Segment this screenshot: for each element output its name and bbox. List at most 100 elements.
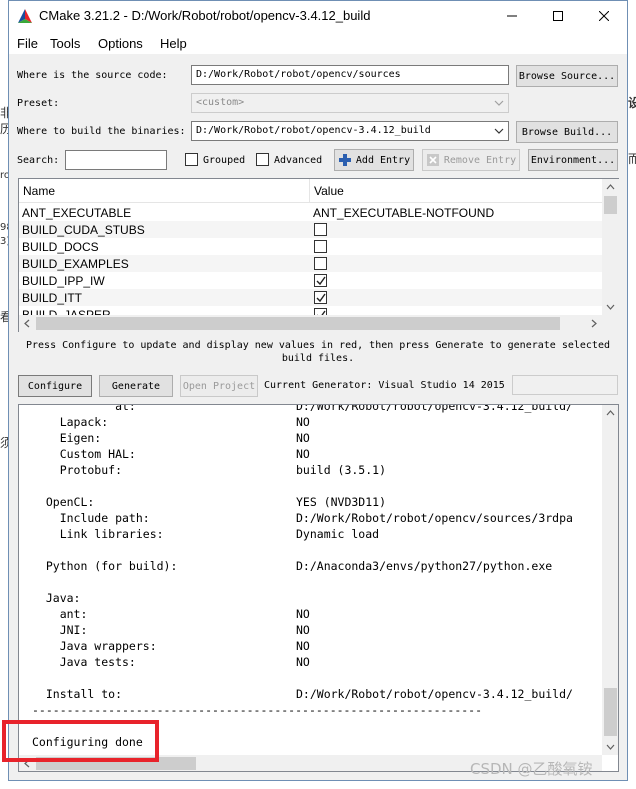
scroll-down-icon: [606, 744, 615, 750]
source-label: Where is the source code:: [17, 70, 168, 81]
highlight-annotation-box: [2, 720, 159, 762]
output-line-label: Java:: [32, 591, 81, 605]
output-line-label: JNI:: [32, 623, 88, 637]
table-horizontal-thumb[interactable]: [36, 317, 560, 330]
background-glyph-right-1: 设: [628, 96, 636, 110]
output-line-label: Java wrappers:: [32, 639, 157, 653]
table-cell-checkbox[interactable]: [314, 257, 327, 270]
advanced-checkbox[interactable]: [256, 153, 269, 166]
preset-select[interactable]: <custom>: [191, 93, 509, 113]
table-cell-name: ANT_EXECUTABLE: [22, 206, 132, 220]
output-line-value: build (3.5.1): [296, 463, 387, 477]
output-line-value: NO: [296, 655, 310, 669]
table-horizontal-scrollbar[interactable]: [19, 315, 602, 332]
progress-bar: [512, 375, 618, 395]
table-cell-value[interactable]: ANT_EXECUTABLE-NOTFOUND: [313, 206, 494, 220]
table-row[interactable]: BUILD_IPP_IW: [19, 272, 602, 289]
add-entry-button[interactable]: Add Entry: [334, 149, 414, 171]
binaries-label: Where to build the binaries:: [17, 126, 186, 137]
output-vertical-thumb[interactable]: [604, 688, 617, 736]
scroll-up-icon: [606, 184, 615, 190]
column-header-name[interactable]: Name: [23, 184, 55, 198]
add-entry-label: Add Entry: [355, 154, 411, 166]
output-line-value: NO: [296, 447, 310, 461]
table-row[interactable]: BUILD_EXAMPLES: [19, 255, 602, 272]
cache-table[interactable]: Name Value ANT_EXECUTABLE ANT_EXECUTABLE-…: [18, 178, 619, 332]
instruction-text: Press Configure to update and display ne…: [19, 339, 617, 365]
source-input[interactable]: D:/Work/Robot/robot/opencv/sources: [191, 65, 509, 85]
search-input[interactable]: [65, 150, 167, 170]
configure-button[interactable]: Configure: [18, 375, 92, 397]
preset-label: Preset:: [17, 98, 60, 109]
search-label: Search:: [17, 155, 60, 166]
background-glyph-right-2: 而: [628, 152, 636, 166]
output-line-label: Python (for build):: [32, 559, 178, 573]
maximize-icon: [553, 11, 563, 21]
preset-value: <custom>: [196, 97, 245, 108]
cmake-window: CMake 3.21.2 - D:/Work/Robot/robot/openc…: [8, 0, 628, 781]
table-cell-checkbox[interactable]: [314, 291, 327, 304]
output-line-label: OpenCL:: [32, 495, 95, 509]
output-line-label: Install to:: [32, 687, 123, 701]
output-line-value: NO: [296, 639, 310, 653]
output-line-value: NO: [296, 431, 310, 445]
output-line-label: Java tests:: [32, 655, 136, 669]
minimize-button[interactable]: [489, 1, 535, 31]
table-row[interactable]: BUILD_DOCS: [19, 238, 602, 255]
output-line-label: ----------------------------------------…: [32, 703, 483, 717]
output-line-value: D:/Anaconda3/envs/python27/python.exe: [296, 559, 553, 573]
title-bar[interactable]: CMake 3.21.2 - D:/Work/Robot/robot/openc…: [9, 1, 627, 32]
browse-build-button[interactable]: Browse Build...: [516, 121, 618, 143]
open-project-button[interactable]: Open Project: [180, 375, 258, 397]
scroll-corner: [602, 315, 619, 332]
table-row[interactable]: BUILD_CUDA_STUBS: [19, 221, 602, 238]
table-header: Name Value: [19, 179, 602, 203]
output-line-label: Include path:: [32, 511, 150, 525]
close-button[interactable]: [581, 1, 627, 31]
output-vertical-scrollbar[interactable]: [602, 405, 618, 755]
output-line-value: D:/Work/Robot/robot/opencv-3.4.12_build/: [296, 404, 573, 413]
remove-entry-label: Remove Entry: [443, 154, 517, 166]
table-cell-checkbox[interactable]: [314, 240, 327, 253]
scroll-right-icon: [591, 319, 597, 328]
minimize-icon: [507, 15, 517, 17]
cmake-logo-icon: [18, 9, 32, 23]
output-line-value: D:/Work/Robot/robot/opencv/sources/3rdpa: [296, 511, 573, 525]
table-cell-checkbox[interactable]: [314, 274, 327, 287]
output-line-label: Custom HAL:: [32, 447, 136, 461]
generate-button[interactable]: Generate: [99, 375, 173, 397]
output-log[interactable]: at: D:/Work/Robot/robot/opencv-3.4.12_bui…: [18, 404, 619, 772]
menu-options[interactable]: Options: [98, 36, 143, 51]
plus-icon: [338, 154, 351, 166]
remove-entry-button[interactable]: Remove Entry: [422, 149, 520, 171]
table-vertical-scrollbar[interactable]: [602, 179, 619, 315]
table-cell-name: BUILD_CUDA_STUBS: [22, 223, 145, 237]
menu-help[interactable]: Help: [160, 36, 187, 51]
csdn-watermark: CSDN @乙酸氧铵: [470, 760, 593, 778]
table-row[interactable]: BUILD_ITT: [19, 289, 602, 306]
menu-bar: File Tools Options Help: [9, 32, 627, 54]
binaries-combobox[interactable]: D:/Work/Robot/robot/opencv-3.4.12_build: [191, 121, 509, 141]
grouped-checkbox[interactable]: [185, 153, 198, 166]
remove-icon: [426, 154, 439, 166]
column-header-value[interactable]: Value: [314, 184, 344, 198]
advanced-label: Advanced: [274, 155, 323, 166]
output-line-label: Eigen:: [32, 431, 102, 445]
table-cell-name: BUILD_IPP_IW: [22, 274, 105, 288]
grouped-label: Grouped: [203, 155, 246, 166]
table-row[interactable]: ANT_EXECUTABLE ANT_EXECUTABLE-NOTFOUND: [19, 204, 602, 221]
maximize-button[interactable]: [535, 1, 581, 31]
table-cell-checkbox[interactable]: [314, 223, 327, 236]
checkmark-icon: [316, 276, 326, 286]
output-line-value: YES (NVD3D11): [296, 495, 387, 509]
menu-file[interactable]: File: [17, 36, 38, 51]
output-line-label: at:: [32, 404, 136, 413]
environment-button[interactable]: Environment...: [528, 149, 618, 171]
menu-tools[interactable]: Tools: [50, 36, 80, 51]
output-line-value: D:/Work/Robot/robot/opencv-3.4.12_build/: [296, 687, 573, 701]
table-vertical-thumb[interactable]: [604, 196, 617, 214]
browse-source-button[interactable]: Browse Source...: [516, 65, 618, 87]
column-separator: [309, 179, 310, 203]
chevron-down-icon: [494, 128, 504, 134]
table-cell-name: BUILD_EXAMPLES: [22, 257, 129, 271]
